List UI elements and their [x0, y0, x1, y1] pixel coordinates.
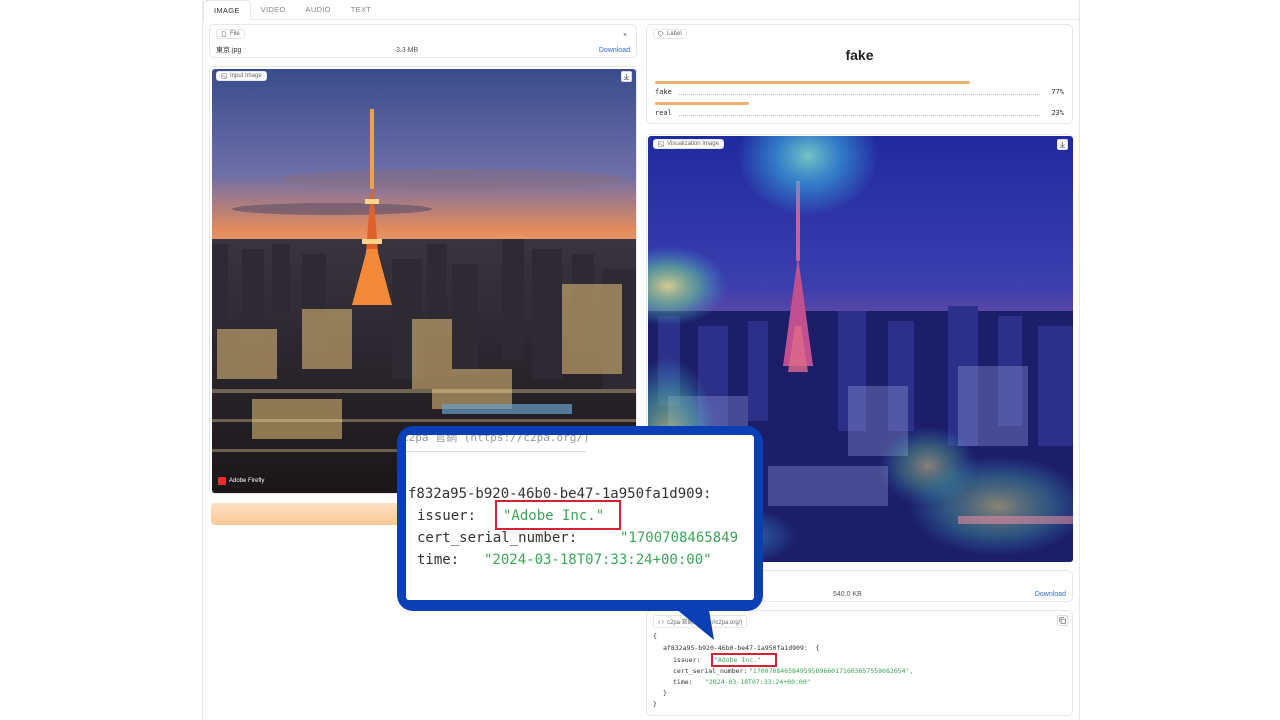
zoom-callout: c2pa 官網 (https://c2pa.org/) f832a95-b920…	[397, 426, 763, 611]
tab-video[interactable]: VIDEO	[251, 0, 296, 20]
file-icon	[221, 31, 227, 37]
confidence-dots	[679, 115, 1040, 116]
confidence-bar-real	[655, 102, 750, 105]
json-key: af832a95-b920-46b0-be47-1a950fa1d909: {	[663, 644, 820, 652]
viz-image-label-text: Visualization Image	[667, 141, 719, 147]
confidence-pct-real: 23%	[1051, 109, 1064, 117]
label-block: Label fake fake 77% real 23%	[646, 24, 1073, 124]
predicted-label: fake	[845, 47, 874, 63]
confidence-real: real 23%	[655, 102, 1064, 122]
cert-value-text: "170070846584959589660171603657559082654…	[749, 667, 914, 675]
issuer-highlight-box	[711, 653, 777, 667]
confidence-label-real: real	[655, 109, 672, 117]
json-issuer-key: issuer:	[673, 656, 701, 664]
json-time-key: time:	[673, 678, 693, 686]
file-name: 東京.jpg	[216, 47, 242, 54]
image-icon	[658, 141, 664, 147]
confidence-fake: fake 77%	[655, 81, 1064, 101]
copy-icon[interactable]	[1057, 615, 1068, 626]
watermark-text: Adobe Firefly	[229, 478, 265, 484]
confidence-dots	[679, 94, 1040, 95]
download-icon[interactable]	[1057, 139, 1068, 150]
app-container: IMAGE VIDEO AUDIO TEXT File × 東京.jpg 3.3…	[202, 0, 1081, 720]
time-value-text: "2024-03-18T07:33:24+00:00"	[705, 678, 811, 686]
file-download-link[interactable]: Download	[599, 47, 630, 54]
json-close-outer: }	[653, 700, 657, 708]
confidence-label-fake: fake	[655, 88, 672, 96]
output-file-size: 540.0 KB	[833, 590, 862, 598]
json-cert-value: "170070846584959589660171603657559082654…	[749, 666, 913, 676]
callout-cert-value-text: "1700708465849	[620, 530, 739, 546]
file-size: 3.3 MB	[396, 46, 419, 54]
callout-divider	[406, 451, 586, 452]
file-label-text: File	[230, 31, 240, 37]
callout-header-partial: c2pa 官網 (https://c2pa.org/)	[406, 435, 590, 444]
callout-cert-key: cert_serial_number:	[417, 530, 578, 546]
input-image-label-text: Input Image	[230, 73, 262, 79]
input-image-label: Input Image	[216, 71, 267, 81]
adobe-firefly-watermark: Adobe Firefly	[218, 477, 264, 485]
json-time-value: "2024-03-18T07:33:24+00:00"	[705, 677, 811, 687]
callout-time-key: time:	[417, 552, 460, 568]
confidence-bar-fake	[655, 81, 970, 84]
tab-text[interactable]: TEXT	[341, 0, 381, 20]
viz-image-label: Visualization Image	[653, 139, 724, 149]
file-block: File × 東京.jpg 3.3 MB Download	[209, 24, 637, 58]
callout-time-value: "2024-03-18T07:33:24+00:00"	[484, 549, 712, 571]
output-file-download-link[interactable]: Download	[1035, 591, 1066, 598]
zoom-callout-content: c2pa 官網 (https://c2pa.org/) f832a95-b920…	[406, 435, 754, 600]
file-block-label: File	[216, 29, 245, 39]
tab-audio[interactable]: AUDIO	[296, 0, 341, 20]
label-block-label-text: Label	[667, 31, 682, 37]
tab-image[interactable]: IMAGE	[203, 0, 251, 21]
tag-icon	[658, 31, 664, 37]
file-row: 東京.jpg 3.3 MB Download	[216, 43, 630, 57]
label-block-label: Label	[653, 29, 687, 39]
image-icon	[221, 73, 227, 79]
callout-time-value-text: "2024-03-18T07:33:24+00:00"	[484, 552, 712, 568]
json-cert-key: cert_serial_number:	[673, 667, 748, 675]
json-open-brace: {	[653, 632, 657, 640]
json-close-inner: }	[663, 689, 667, 697]
callout-issuer-highlight-box	[495, 500, 621, 530]
callout-issuer-key: issuer:	[417, 508, 477, 524]
modality-tabs: IMAGE VIDEO AUDIO TEXT	[203, 0, 1081, 21]
adobe-logo-icon	[218, 477, 226, 485]
close-icon[interactable]: ×	[620, 31, 630, 41]
download-icon[interactable]	[621, 71, 632, 82]
confidence-pct-fake: 77%	[1051, 88, 1064, 96]
callout-cert-value: "1700708465849	[620, 527, 738, 549]
